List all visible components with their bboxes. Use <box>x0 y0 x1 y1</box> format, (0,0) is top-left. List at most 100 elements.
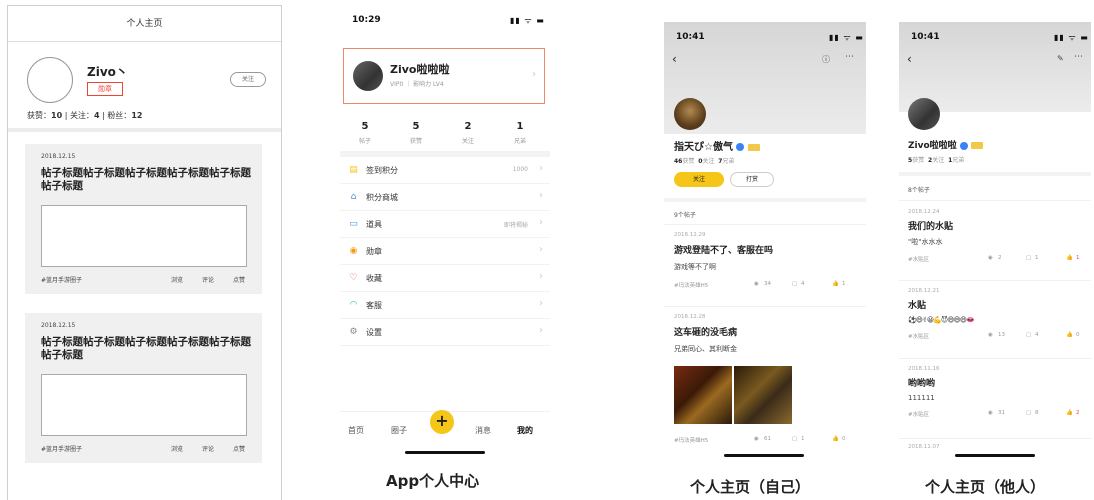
post-item[interactable]: 2018.12.21 水贴 ⚽😄✌😀💪😈😄😄😄👄 #水贴区 ◉ 13 ▢ 4 👍 0 <box>908 288 1086 340</box>
username-text: Zivo啦啦啦 <box>908 141 957 151</box>
username-text: 指天ぴ☆傲气 <box>674 142 733 153</box>
comment-button[interactable]: 评论 <box>202 444 214 453</box>
like-icon[interactable]: 👍 <box>1066 255 1073 261</box>
comment-icon[interactable]: ▢ <box>1026 255 1031 261</box>
views-icon: ◉ <box>754 281 759 287</box>
menu-item-medal[interactable]: ◉ 勋章 › <box>340 238 550 265</box>
post-text: "啦"水水水 <box>908 238 943 246</box>
menu-item-props[interactable]: ▭ 道具 即将揭秘 › <box>340 211 550 238</box>
avatar[interactable] <box>674 98 706 130</box>
more-icon[interactable]: ⋯ <box>845 52 854 62</box>
username: 指天ぴ☆傲气 <box>674 138 760 153</box>
likes-count: 1 <box>842 281 846 287</box>
comment-icon[interactable]: ▢ <box>792 281 797 287</box>
like-button[interactable]: 点赞 <box>233 444 245 453</box>
post-item[interactable]: 2018.12.24 我们的水贴 "啦"水水水 #水贴区 ◉ 2 ▢ 1 👍 1 <box>908 209 1086 263</box>
menu-item-service[interactable]: ◠ 客服 › <box>340 292 550 319</box>
menu-label: 签到积分 <box>366 166 398 175</box>
comment-icon[interactable]: ▢ <box>1026 332 1031 338</box>
chevron-right-icon: › <box>539 244 543 255</box>
posts-count[interactable]: 5 <box>345 121 385 132</box>
views-count: 2 <box>998 255 1002 261</box>
post-date: 2018.12.28 <box>674 314 706 320</box>
profile-header[interactable]: Zivo啦啦啦 VIP0 ｜ 影响力 LV4 › <box>343 48 545 104</box>
info-icon[interactable]: ⓘ <box>822 54 830 65</box>
chevron-right-icon: › <box>539 190 543 201</box>
post-image[interactable] <box>734 366 792 424</box>
likes-count: 0 <box>842 436 846 442</box>
follow-count[interactable]: 2 <box>448 121 488 132</box>
comment-button[interactable]: 评论 <box>202 275 214 284</box>
post-circle[interactable]: #水贴区 <box>908 255 929 263</box>
chevron-right-icon: › <box>539 217 543 228</box>
tab-mine[interactable]: 我的 <box>517 425 533 436</box>
post-item[interactable]: 2018.12.29 游戏登陆不了、客服在吗 游戏等不了啊 #玛法英雄H5 ◉ 3… <box>674 232 859 289</box>
post-card[interactable]: 2018.12.15 帖子标题帖子标题帖子标题帖子标题帖子标题帖子标题 #蓝月手… <box>25 313 262 463</box>
post-circle[interactable]: #玛法英雄H5 <box>674 436 708 444</box>
post-item[interactable]: 2018.11.16 哟哟哟 111111 #水贴区 ◉ 31 ▢ 8 👍 2 <box>908 366 1086 418</box>
other-profile-panel: 10:41 ▮▮ ᯤ ▬ ‹ ✎ ⋯ Zivo啦啦啦 5获赞 2关注 1兄弟 8… <box>899 22 1091 460</box>
post-circle[interactable]: #水贴区 <box>908 410 929 418</box>
status-icons: ▮▮ ᯤ ▬ <box>829 33 864 42</box>
comment-icon[interactable]: ▢ <box>1026 410 1031 416</box>
medal-badge[interactable]: 勋章 <box>87 82 123 96</box>
menu-value: 即将揭秘 <box>503 222 528 229</box>
add-post-button[interactable]: + <box>430 410 454 434</box>
brothers-count[interactable]: 1 <box>500 121 540 132</box>
menu-label: 道具 <box>366 220 382 229</box>
menu-item-shop[interactable]: ⌂ 积分商城 › <box>340 184 550 211</box>
likes-count: 10 <box>51 111 63 120</box>
post-date: 2018.11.16 <box>908 366 940 372</box>
post-circle[interactable]: #蓝月手游圈子 <box>41 444 82 453</box>
post-text: 兄弟同心、其利断金 <box>674 345 737 353</box>
edit-icon[interactable]: ✎ <box>1057 54 1064 63</box>
post-card[interactable]: 2018.12.15 帖子标题帖子标题帖子标题帖子标题帖子标题帖子标题 #蓝月手… <box>25 144 262 294</box>
like-icon[interactable]: 👍 <box>1066 410 1073 416</box>
fans-count: 12 <box>131 111 143 120</box>
likes-count[interactable]: 5 <box>396 121 436 132</box>
post-title: 帖子标题帖子标题帖子标题帖子标题帖子标题帖子标题 <box>41 167 251 192</box>
app-center-panel: 10:29 ▮▮ ᯤ ▬ Zivo啦啦啦 VIP0 ｜ 影响力 LV4 › 5 … <box>340 5 550 460</box>
back-icon[interactable]: ‹ <box>672 52 677 66</box>
post-date: 2018.11.07 <box>908 444 940 450</box>
tab-message[interactable]: 消息 <box>475 425 491 436</box>
more-icon[interactable]: ⋯ <box>1074 52 1083 62</box>
vip-badge-icon <box>970 142 983 149</box>
caption-app-center: App个人中心 <box>386 472 480 490</box>
post-title: 帖子标题帖子标题帖子标题帖子标题帖子标题帖子标题 <box>41 336 251 361</box>
tab-circle[interactable]: 圈子 <box>391 425 407 436</box>
post-image[interactable] <box>674 366 732 424</box>
profile-stats: 5获赞 2关注 1兄弟 <box>908 155 964 164</box>
like-icon[interactable]: 👍 <box>832 281 839 287</box>
follow-button[interactable]: 关注 <box>674 172 724 187</box>
like-button[interactable]: 点赞 <box>233 275 245 284</box>
menu-item-settings[interactable]: ⚙ 设置 › <box>340 319 550 346</box>
like-icon[interactable]: 👍 <box>832 436 839 442</box>
brothers-label: 兄弟 <box>722 158 735 165</box>
divider <box>899 280 1091 281</box>
comments-count: 4 <box>801 281 805 287</box>
post-item[interactable]: 2018.12.28 这车砸的没毛病 兄弟同心、其利断金 <box>674 314 859 354</box>
tab-home[interactable]: 首页 <box>348 425 364 436</box>
browse-button[interactable]: 浏览 <box>171 275 183 284</box>
comment-icon[interactable]: ▢ <box>792 436 797 442</box>
avatar[interactable] <box>908 98 940 130</box>
browse-button[interactable]: 浏览 <box>171 444 183 453</box>
home-indicator <box>955 454 1035 457</box>
menu-item-favorites[interactable]: ♡ 收藏 › <box>340 265 550 292</box>
avatar[interactable] <box>353 61 383 91</box>
follow-button[interactable]: 关注 <box>230 72 266 87</box>
reward-button[interactable]: 打赏 <box>730 172 774 187</box>
home-indicator <box>724 454 804 457</box>
menu-item-checkin[interactable]: ▤ 签到积分 1000 › <box>340 157 550 184</box>
views-icon: ◉ <box>988 255 993 261</box>
back-icon[interactable]: ‹ <box>907 52 912 66</box>
avatar[interactable] <box>27 57 73 103</box>
self-profile-panel: 10:41 ▮▮ ᯤ ▬ ‹ ⓘ ⋯ 指天ぴ☆傲气 46获赞 0关注 7兄弟 关… <box>664 22 866 460</box>
post-circle[interactable]: #水贴区 <box>908 332 929 340</box>
post-circle[interactable]: #蓝月手游圈子 <box>41 275 82 284</box>
likes-label: 获赞 <box>912 157 925 164</box>
post-circle[interactable]: #玛法英雄H5 <box>674 281 708 289</box>
views-icon: ◉ <box>988 410 993 416</box>
like-icon[interactable]: 👍 <box>1066 332 1073 338</box>
